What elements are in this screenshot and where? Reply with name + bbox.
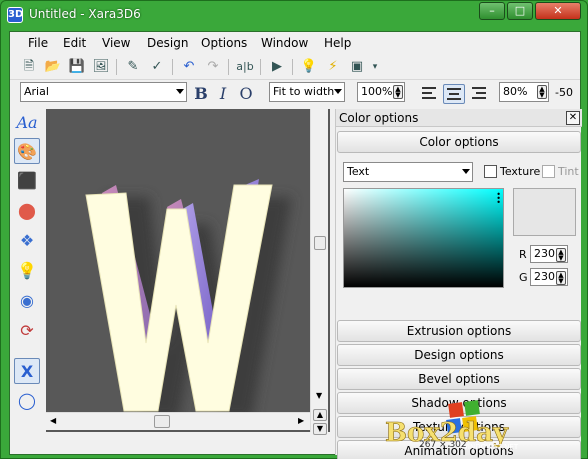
tint-label: Tint bbox=[558, 165, 579, 178]
scroll-left-arrow-icon[interactable]: ◀ bbox=[50, 416, 56, 425]
menu-file[interactable]: File bbox=[28, 36, 48, 50]
main-toolbar: 🗎 📂 💾 🖼 ✎ ✓ ↶ ↷ a|b ▶ 💡 ⚡ ▣ ▾ bbox=[10, 54, 580, 80]
dropdown-arrow-icon[interactable]: ▾ bbox=[366, 58, 384, 76]
color-target-select[interactable]: Text bbox=[343, 162, 473, 182]
color-picker-handle-icon[interactable]: • • • bbox=[496, 191, 501, 207]
spin-arrows-icon[interactable]: ▲ ▼ bbox=[556, 248, 566, 262]
save-icon[interactable]: 💾 bbox=[68, 58, 86, 76]
extrusion-options-header[interactable]: Extrusion options bbox=[337, 320, 581, 342]
chevron-down-icon bbox=[462, 169, 470, 174]
menu-help[interactable]: Help bbox=[324, 36, 351, 50]
tool-sidebar: Aa 🎨 ⬛ ⬤ ❖ 💡 ◉ ⟳ X ◯ bbox=[10, 108, 44, 456]
open-folder-icon[interactable]: 📂 bbox=[44, 58, 62, 76]
scroll-down-arrow-icon[interactable]: ▼ bbox=[316, 391, 322, 400]
3d-text-render bbox=[85, 179, 292, 419]
g-value: 230 bbox=[534, 270, 555, 283]
scroll-right-arrow-icon[interactable]: ▶ bbox=[298, 416, 304, 425]
spell-check-icon[interactable]: a|b bbox=[236, 58, 254, 76]
g-value-spinner[interactable]: 230 ▲ ▼ bbox=[530, 268, 568, 286]
light-bulb-icon[interactable]: 💡 bbox=[300, 58, 318, 76]
g-label: G bbox=[519, 271, 528, 284]
menu-window[interactable]: Window bbox=[261, 36, 308, 50]
title-bar: 3D Untitled - Xara3D6 – □ ✕ bbox=[1, 1, 587, 29]
color-palette-icon[interactable]: 🎨 bbox=[14, 138, 40, 164]
horizontal-scroll-thumb[interactable] bbox=[154, 415, 170, 428]
outline-button[interactable]: O bbox=[236, 84, 256, 104]
animation-icon[interactable]: ⟳ bbox=[14, 318, 40, 344]
watermark-logo: Box2day WINDOWS7.NET 267 × 302 bbox=[381, 383, 581, 453]
bold-button[interactable]: B bbox=[191, 84, 211, 104]
color-target-value: Text bbox=[347, 165, 370, 178]
app-icon: 3D bbox=[7, 7, 23, 23]
page-up-icon[interactable]: ▲ bbox=[313, 409, 327, 421]
texture-checkbox[interactable] bbox=[484, 165, 497, 178]
tint-checkbox[interactable] bbox=[542, 165, 555, 178]
extrusion-cube-icon[interactable]: ⬛ bbox=[14, 168, 40, 194]
zoom-value: 100% bbox=[361, 85, 393, 98]
texture-sphere-icon[interactable]: ◉ bbox=[14, 288, 40, 314]
undo-icon[interactable]: ↶ bbox=[180, 58, 198, 76]
lighting-icon[interactable]: 💡 bbox=[14, 258, 40, 284]
close-button[interactable]: ✕ bbox=[535, 2, 581, 20]
bevel-diamond-icon[interactable]: ❖ bbox=[14, 228, 40, 254]
chevron-down-icon bbox=[334, 89, 342, 94]
window-title: Untitled - Xara3D6 bbox=[29, 7, 141, 21]
lightning-icon[interactable]: ⚡ bbox=[324, 58, 342, 76]
color-options-header[interactable]: Color options bbox=[337, 131, 581, 153]
app-window: 3D Untitled - Xara3D6 – □ ✕ File Edit Vi… bbox=[0, 0, 588, 459]
format-toolbar: Arial B I O Fit to width 100% ▲ ▼ 80% ▲ … bbox=[10, 82, 580, 106]
horizontal-scrollbar[interactable]: ◀ ▶ bbox=[46, 412, 310, 430]
play-animation-icon[interactable]: ▶ bbox=[268, 58, 286, 76]
current-color-swatch bbox=[513, 188, 576, 236]
zoom-spinner[interactable]: 100% ▲ ▼ bbox=[357, 82, 405, 102]
menu-design[interactable]: Design bbox=[147, 36, 188, 50]
r-label: R bbox=[519, 248, 527, 261]
offset-value[interactable]: -50 bbox=[555, 86, 573, 99]
align-left-button[interactable] bbox=[419, 84, 441, 104]
design-options-header[interactable]: Design options bbox=[337, 344, 581, 366]
spacing-value: 80% bbox=[503, 85, 528, 98]
text-tool-icon[interactable]: Aa bbox=[14, 110, 40, 136]
r-value: 230 bbox=[534, 247, 555, 260]
new-document-icon[interactable]: 🗎 bbox=[20, 58, 38, 76]
panel-header: Color options ✕ bbox=[336, 109, 582, 127]
background-color-icon[interactable]: ▣ bbox=[348, 58, 366, 76]
3d-canvas[interactable] bbox=[46, 109, 330, 432]
spin-arrows-icon[interactable]: ▲ ▼ bbox=[393, 85, 403, 99]
design-circle-icon[interactable]: ⬤ bbox=[14, 198, 40, 224]
panel-title: Color options bbox=[339, 111, 419, 125]
italic-button[interactable]: I bbox=[213, 84, 233, 104]
fit-select-value: Fit to width bbox=[273, 85, 335, 98]
maximize-button[interactable]: □ bbox=[507, 2, 533, 20]
canvas-dimensions: 267 × 302 bbox=[419, 440, 467, 450]
watermark-url: WINDOWS7.NET bbox=[461, 443, 519, 451]
align-center-button[interactable] bbox=[443, 84, 465, 104]
spin-arrows-icon[interactable]: ▲ ▼ bbox=[556, 271, 566, 285]
text-wand-icon[interactable]: ✎ bbox=[124, 58, 142, 76]
panel-close-icon[interactable]: ✕ bbox=[566, 111, 580, 125]
align-right-button[interactable] bbox=[467, 84, 489, 104]
font-select-value: Arial bbox=[24, 85, 49, 98]
xara-x-icon[interactable]: X bbox=[14, 358, 40, 384]
color-picker-gradient[interactable]: • • • bbox=[343, 188, 504, 288]
vertical-scrollbar[interactable]: ▼ ▲ ▼ bbox=[310, 109, 328, 435]
minimize-button[interactable]: – bbox=[479, 2, 505, 20]
xara-logo-icon[interactable]: ◯ bbox=[14, 388, 40, 414]
spacing-spinner[interactable]: 80% ▲ ▼ bbox=[499, 82, 549, 102]
menu-edit[interactable]: Edit bbox=[63, 36, 86, 50]
spin-arrows-icon[interactable]: ▲ ▼ bbox=[537, 85, 547, 99]
vertical-scroll-thumb[interactable] bbox=[314, 236, 326, 250]
menu-view[interactable]: View bbox=[102, 36, 130, 50]
r-value-spinner[interactable]: 230 ▲ ▼ bbox=[530, 245, 568, 263]
font-select[interactable]: Arial bbox=[20, 82, 187, 102]
redo-icon[interactable]: ↷ bbox=[204, 58, 222, 76]
menu-bar: File Edit View Design Options Window Hel… bbox=[10, 32, 580, 54]
text-style-icon[interactable]: ✓ bbox=[148, 58, 166, 76]
chevron-down-icon bbox=[176, 89, 184, 94]
export-image-icon[interactable]: 🖼 bbox=[92, 58, 110, 76]
menu-options[interactable]: Options bbox=[201, 36, 247, 50]
fit-select[interactable]: Fit to width bbox=[269, 82, 345, 102]
texture-label: Texture bbox=[500, 165, 541, 178]
page-down-icon[interactable]: ▼ bbox=[313, 423, 327, 435]
